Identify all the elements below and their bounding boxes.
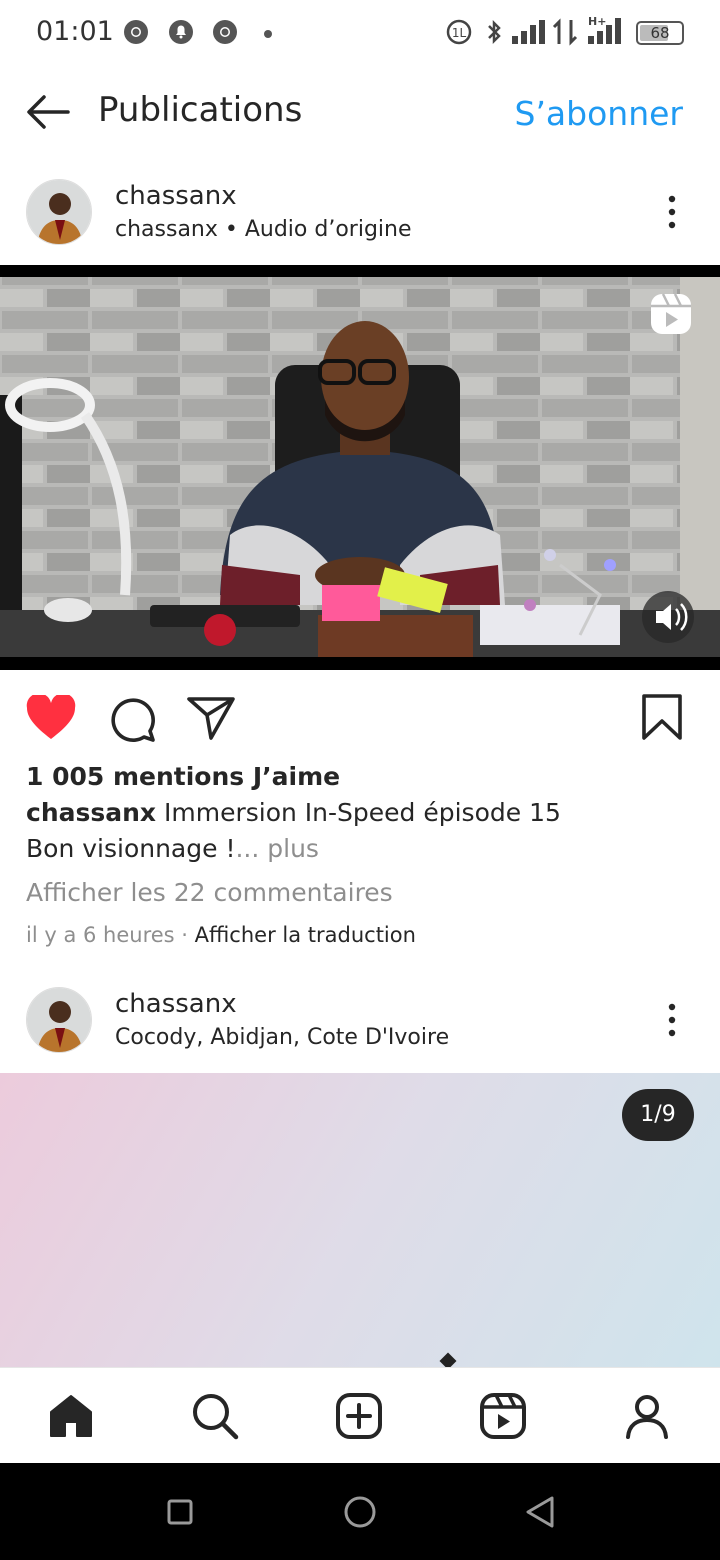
like-heart-icon[interactable] [26,695,76,741]
system-nav-bar [0,1463,720,1560]
signal-h-icon: H+ [588,15,621,44]
svg-text:H+: H+ [588,15,606,28]
share-icon[interactable] [186,693,236,743]
save-bookmark-icon[interactable] [640,693,684,741]
signal-icon [512,20,545,44]
dot-icon [264,30,272,38]
caption-text: Immersion In-Speed épisode 15 [164,798,561,827]
profile-icon[interactable] [623,1392,671,1440]
back-button-icon[interactable] [524,1495,556,1529]
reel-video[interactable] [0,265,720,670]
page-title: Publications [98,90,303,130]
comment-icon[interactable] [106,693,156,743]
back-arrow-icon[interactable] [24,92,72,132]
post-meta: il y a 6 heures · Afficher la traduction [26,923,416,947]
reels-icon[interactable] [479,1392,527,1440]
view-comments-link[interactable]: Afficher les 22 commentaires [26,878,393,907]
battery-icon: 68 [636,21,684,45]
chrome-icon [124,20,148,44]
post2-username[interactable]: chassanx [115,989,237,1019]
data-arrows-icon [552,18,578,46]
more-caption-link[interactable]: ... plus [235,834,318,863]
time-ago: il y a 6 heures [26,923,175,947]
battery-level: 68 [650,24,670,42]
home-button-icon[interactable] [343,1495,377,1529]
recent-apps-icon[interactable] [166,1498,194,1526]
status-bar: 01:01 1L H+ 68 [0,0,720,66]
caption-line2: Bon visionnage !... plus [26,834,319,863]
more-options-icon[interactable] [666,1002,678,1038]
search-icon[interactable] [191,1392,239,1440]
create-icon[interactable] [335,1392,383,1440]
carousel-image[interactable]: 1/9 [0,1073,720,1367]
caption: chassanx Immersion In-Speed épisode 15 [26,798,561,827]
likes-count[interactable]: 1 005 mentions J’aime [26,762,340,791]
translate-link[interactable]: Afficher la traduction [195,923,416,947]
avatar[interactable] [26,987,92,1053]
svg-text:1L: 1L [452,26,467,40]
image-mark [439,1352,457,1367]
post-audio-subtitle[interactable]: chassanx • Audio d’origine [115,217,412,242]
reels-badge-icon [651,293,691,334]
status-time: 01:01 [36,16,114,47]
notification-bell-icon [169,20,193,44]
home-icon[interactable] [47,1392,95,1440]
caption-line2-text: Bon visionnage ! [26,834,236,863]
carousel-counter: 1/9 [622,1089,694,1141]
bottom-nav [0,1367,720,1463]
post-username[interactable]: chassanx [115,181,237,211]
caption-username[interactable]: chassanx [26,798,156,827]
volte-icon: 1L [446,19,472,45]
subscribe-button[interactable]: S’abonner [515,94,684,133]
avatar[interactable] [26,179,92,245]
post2-location[interactable]: Cocody, Abidjan, Cote D'Ivoire [115,1025,449,1050]
bluetooth-icon [488,19,501,45]
chrome-icon [213,20,237,44]
more-options-icon[interactable] [666,194,678,230]
